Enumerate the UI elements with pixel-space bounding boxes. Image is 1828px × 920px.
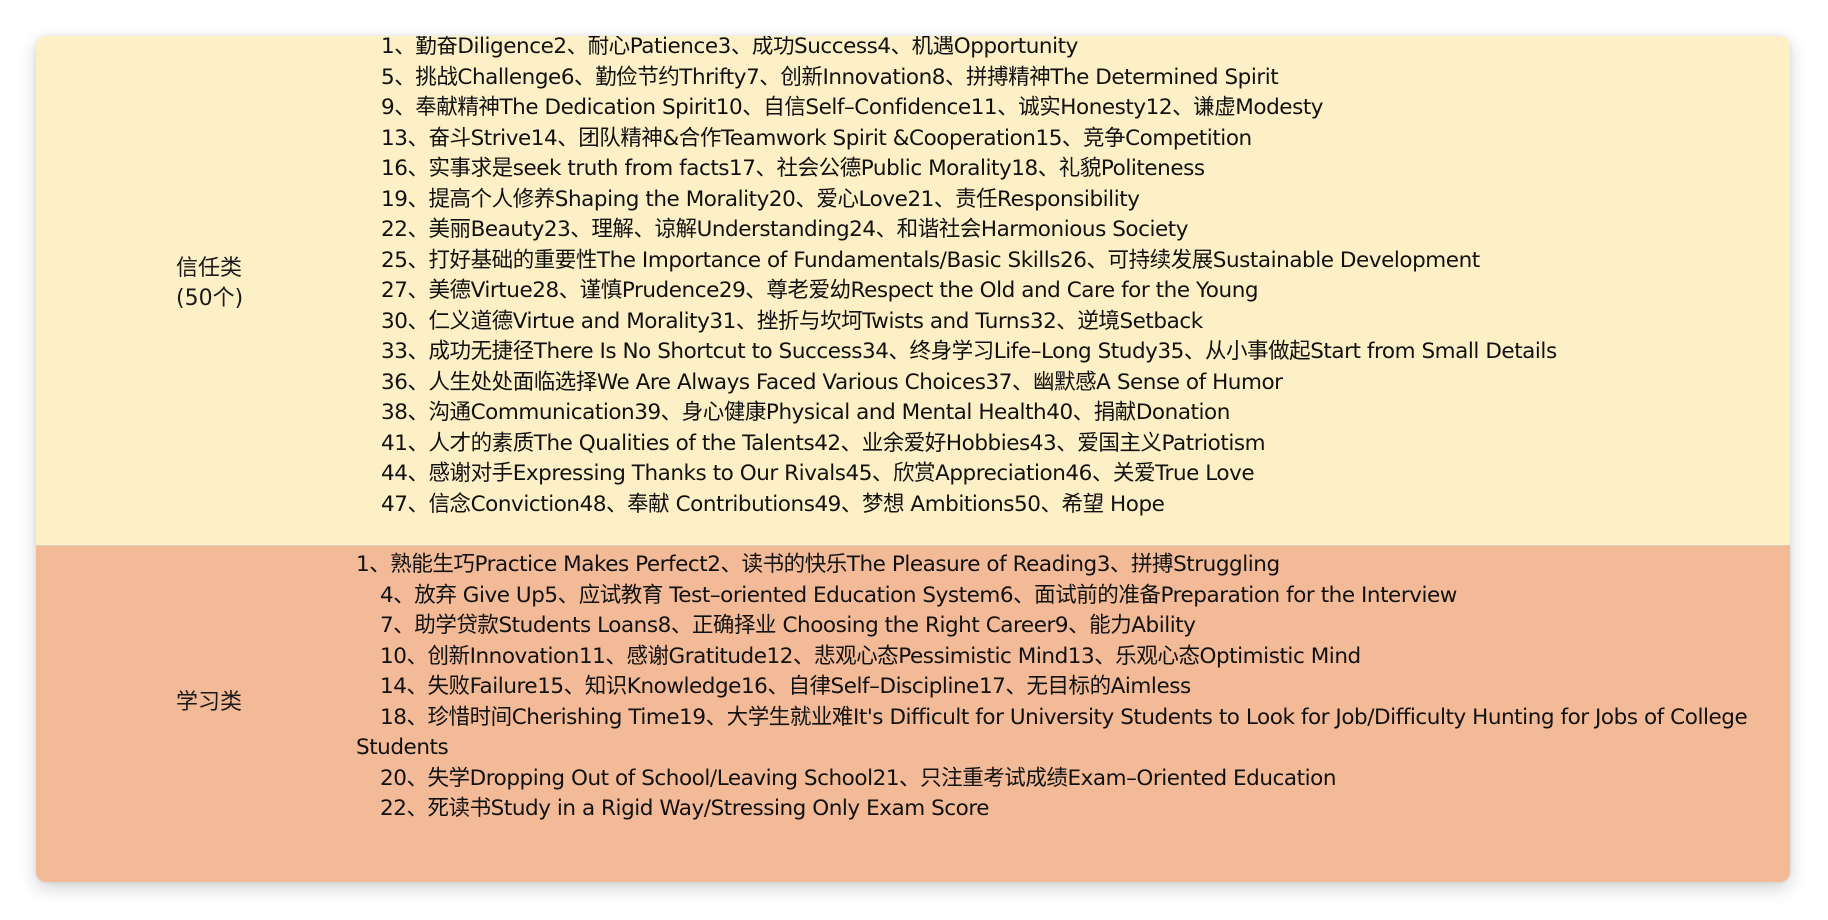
- trust-category-title: 信任类: [176, 256, 243, 281]
- list-item: 7、助学贷款Students Loans8、正确择业 Choosing the …: [380, 613, 1196, 638]
- document-page: 信任类 (50个) 1、勤奋Diligence2、耐心Patience3、成功S…: [36, 36, 1790, 882]
- list-item: 22、死读书Study in a Rigid Way/Stressing Onl…: [380, 796, 990, 821]
- list-item: 1、勤奋Diligence2、耐心Patience3、成功Success4、机遇…: [381, 36, 1078, 59]
- list-item: 47、信念Conviction48、奉献 Contributions49、梦想 …: [381, 491, 1165, 517]
- list-item: 18、珍惜时间Cherishing Time19、大学生就业难It's Diff…: [356, 704, 1748, 761]
- list-item: 10、创新Innovation11、感谢Gratitude12、悲观心态Pess…: [380, 643, 1361, 669]
- list-item: 27、美德Virtue28、谨慎Prudence29、尊老爱幼Respect t…: [381, 278, 1259, 303]
- list-item: 13、奋斗Strive14、团队精神&合作Teamwork Spirit &Co…: [381, 125, 1252, 151]
- list-item: 30、仁义道德Virtue and Morality31、挫折与坎坷Twists…: [381, 308, 1203, 334]
- study-category-label: 学习类: [176, 688, 326, 718]
- list-item: 36、人生处处面临选择We Are Always Faced Various C…: [381, 369, 1283, 395]
- list-item: 1、熟能生巧Practice Makes Perfect2、读书的快乐The P…: [356, 552, 1280, 577]
- list-item: 44、感谢对手Expressing Thanks to Our Rivals45…: [381, 461, 1255, 486]
- list-item: 14、失败Failure15、知识Knowledge16、自律Self–Disc…: [380, 674, 1191, 699]
- list-item: 38、沟通Communication39、身心健康Physical and Me…: [381, 400, 1230, 425]
- study-category-row: 学习类 1、熟能生巧Practice Makes Perfect2、读书的快乐T…: [36, 546, 1790, 882]
- list-item: 22、美丽Beauty23、理解、谅解Understanding24、和谐社会H…: [381, 217, 1189, 242]
- list-item: 20、失学Dropping Out of School/Leaving Scho…: [380, 765, 1337, 791]
- list-item: 19、提高个人修养Shaping the Morality20、爱心Love21…: [381, 186, 1140, 212]
- trust-topic-list: 1、勤奋Diligence2、耐心Patience3、成功Success4、机遇…: [381, 36, 1761, 520]
- trust-category-row: 信任类 (50个) 1、勤奋Diligence2、耐心Patience3、成功S…: [36, 36, 1790, 546]
- study-topic-list: 1、熟能生巧Practice Makes Perfect2、读书的快乐The P…: [356, 550, 1761, 825]
- list-item: 4、放弃 Give Up5、应试教育 Test–oriented Educati…: [380, 582, 1457, 608]
- list-item: 25、打好基础的重要性The Importance of Fundamental…: [381, 247, 1480, 273]
- list-item: 5、挑战Challenge6、勤俭节约Thrifty7、创新Innovation…: [381, 64, 1279, 90]
- list-item: 41、人才的素质The Qualities of the Talents42、业…: [381, 430, 1266, 456]
- trust-category-label: 信任类 (50个): [176, 254, 326, 314]
- list-item: 16、实事求是seek truth from facts17、社会公德Publi…: [381, 156, 1205, 181]
- list-item: 33、成功无捷径There Is No Shortcut to Success3…: [381, 339, 1557, 364]
- list-item: 9、奉献精神The Dedication Spirit10、自信Self–Con…: [381, 95, 1324, 120]
- study-category-title: 学习类: [176, 690, 243, 715]
- trust-category-count: (50个): [176, 286, 244, 311]
